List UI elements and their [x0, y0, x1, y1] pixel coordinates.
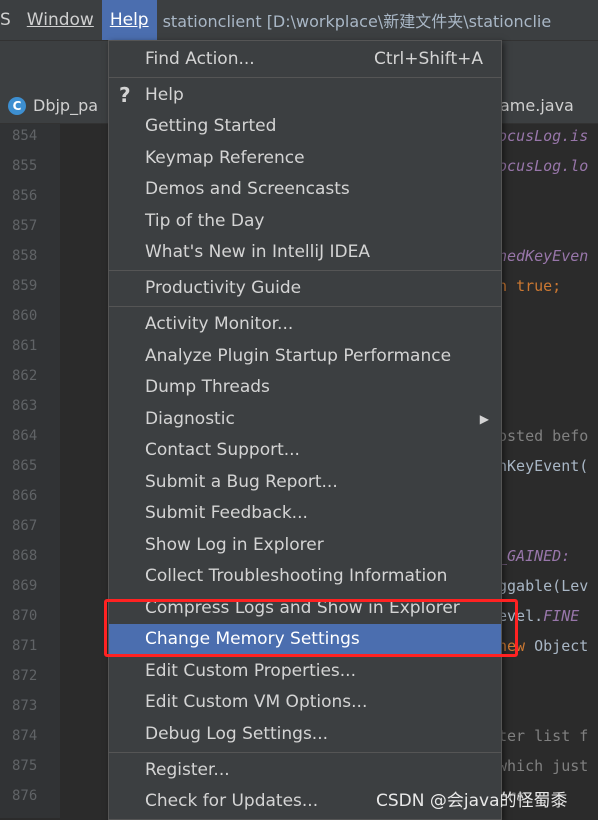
editor-tab-java[interactable]: ame.java: [500, 96, 574, 115]
find-action-shortcut: Ctrl+Shift+A: [373, 49, 483, 69]
code-keyword: true;: [516, 277, 562, 295]
line-number: 870: [12, 608, 38, 624]
line-number: 856: [12, 188, 38, 204]
line-number: 861: [12, 338, 38, 354]
line-number: 854: [12, 128, 38, 144]
menu-separator: [109, 270, 501, 271]
code-line: which just: [498, 757, 589, 775]
menu-item-submit-bug[interactable]: Submit a Bug Report...: [109, 467, 501, 497]
diagnostic-label: Diagnostic: [145, 409, 235, 429]
menu-item-demos[interactable]: Demos and Screencasts: [109, 174, 501, 204]
menu-item-help[interactable]: ? Help: [109, 80, 501, 110]
code-constant: FINE: [543, 607, 580, 625]
class-icon: C: [8, 96, 26, 115]
menu-item-getting-started[interactable]: Getting Started: [109, 111, 501, 141]
editor-tab-label: Dbjp_pa: [33, 96, 99, 115]
line-number: 867: [12, 518, 38, 534]
line-number: 876: [12, 788, 38, 804]
menu-window[interactable]: Window: [19, 0, 102, 40]
menu-help-label: Help: [109, 10, 149, 30]
editor-tab-dbjp[interactable]: C Dbjp_pa: [8, 96, 98, 115]
menu-item-keymap-reference[interactable]: Keymap Reference: [109, 143, 501, 173]
line-number: 875: [12, 758, 38, 774]
code-line: nKeyEvent(: [498, 457, 589, 475]
menu-item-submit-feedback[interactable]: Submit Feedback...: [109, 498, 501, 528]
menu-separator: [109, 306, 501, 307]
menu-window-label: Window: [26, 10, 94, 30]
menu-cut-item[interactable]: S: [0, 0, 19, 40]
menu-item-register[interactable]: Register...: [109, 755, 501, 785]
menu-item-contact-support[interactable]: Contact Support...: [109, 435, 501, 465]
menu-item-dump-threads[interactable]: Dump Threads: [109, 372, 501, 402]
line-number: 862: [12, 368, 38, 384]
submenu-arrow-icon: ▶: [479, 412, 489, 426]
code-line: n true;: [498, 277, 561, 295]
line-number: 873: [12, 698, 38, 714]
project-title: stationclient [D:\workplace\新建文件夹\statio…: [162, 12, 552, 31]
menu-separator: [109, 752, 501, 753]
help-label: Help: [145, 85, 184, 105]
menu-item-activity-monitor[interactable]: Activity Monitor...: [109, 309, 501, 339]
menu-bar: S Window Help stationclient [D:\workplac…: [0, 0, 598, 40]
code-line: ocusLog.is: [498, 127, 589, 145]
line-number: 869: [12, 578, 38, 594]
line-number: 865: [12, 458, 38, 474]
help-menu: Find Action... Ctrl+Shift+A ? Help Getti…: [108, 40, 502, 820]
code-text: Object: [525, 637, 589, 655]
code-line: ter list f: [498, 727, 589, 745]
code-line: osted befo: [498, 427, 589, 445]
menu-item-collect-info[interactable]: Collect Troubleshooting Information: [109, 561, 501, 591]
menu-item-edit-properties[interactable]: Edit Custom Properties...: [109, 656, 501, 686]
code-line: ggable(Lev: [498, 577, 589, 595]
line-number: 872: [12, 668, 38, 684]
line-number: 866: [12, 488, 38, 504]
line-number: 871: [12, 638, 38, 654]
find-action-label: Find Action...: [145, 49, 255, 69]
line-number: 859: [12, 278, 38, 294]
menu-item-analyze-plugin[interactable]: Analyze Plugin Startup Performance: [109, 341, 501, 371]
highlight-box: [104, 599, 518, 657]
menu-item-debug-log[interactable]: Debug Log Settings...: [109, 719, 501, 749]
line-number: 863: [12, 398, 38, 414]
menu-item-edit-vm-options[interactable]: Edit Custom VM Options...: [109, 687, 501, 717]
menu-separator: [109, 77, 501, 78]
menu-item-tip-of-day[interactable]: Tip of the Day: [109, 206, 501, 236]
menu-help[interactable]: Help: [101, 0, 157, 40]
line-number: 855: [12, 158, 38, 174]
code-line: nedKeyEven: [498, 247, 589, 265]
menu-item-productivity-guide[interactable]: Productivity Guide: [109, 273, 501, 303]
line-number: 864: [12, 428, 38, 444]
menu-item-show-log[interactable]: Show Log in Explorer: [109, 530, 501, 560]
menu-item-whats-new[interactable]: What's New in IntelliJ IDEA: [109, 237, 501, 267]
line-number: 858: [12, 248, 38, 264]
line-number: 860: [12, 308, 38, 324]
line-gutter: 854 855 856 857 858 859 860 861 862 863 …: [0, 124, 60, 818]
code-line: ocusLog.lo: [498, 157, 589, 175]
line-number: 874: [12, 728, 38, 744]
menu-item-find-action[interactable]: Find Action... Ctrl+Shift+A: [109, 44, 501, 74]
menu-item-diagnostic[interactable]: Diagnostic ▶: [109, 404, 501, 434]
line-number: 868: [12, 548, 38, 564]
watermark: CSDN @会java的怪蜀黍: [376, 791, 568, 811]
question-icon: ?: [119, 83, 131, 107]
line-number: 857: [12, 218, 38, 234]
code-line: _GAINED:: [498, 547, 571, 565]
